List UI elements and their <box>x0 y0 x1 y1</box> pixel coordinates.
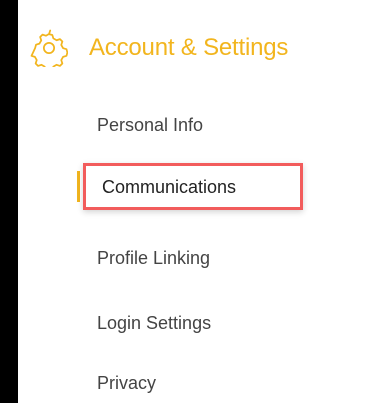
menu-item-privacy[interactable]: Privacy <box>97 371 156 395</box>
active-indicator <box>77 171 80 202</box>
menu-item-label: Profile Linking <box>97 248 211 268</box>
menu-item-login-settings[interactable]: Login Settings <box>97 311 211 335</box>
menu-item-label: Communications <box>102 177 237 197</box>
menu-item-personal-info[interactable]: Personal Info <box>97 113 203 137</box>
settings-menu: Personal Info Communications Profile Lin… <box>0 0 365 403</box>
menu-item-profile-linking[interactable]: Profile Linking <box>97 246 210 270</box>
settings-panel: Account & Settings Personal Info Communi… <box>0 0 365 403</box>
menu-item-label: Login Settings <box>97 313 212 333</box>
menu-item-communications[interactable]: Communications <box>83 163 303 210</box>
menu-item-label: Privacy <box>97 373 157 393</box>
menu-item-label: Personal Info <box>97 115 204 135</box>
